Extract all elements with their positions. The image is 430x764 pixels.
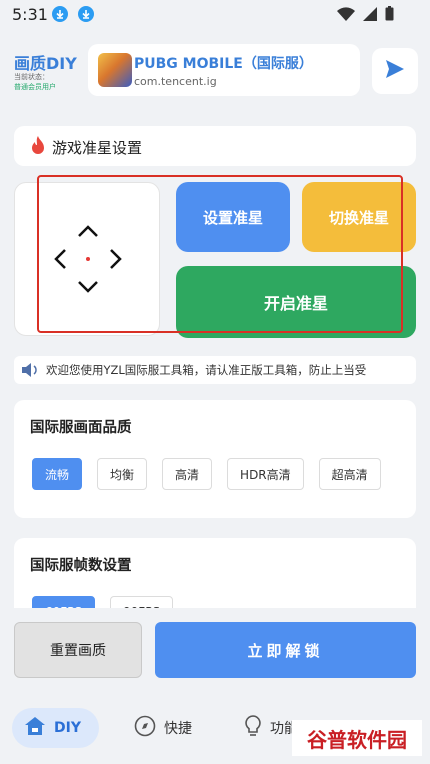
signal-icon (363, 6, 377, 25)
battery-icon (385, 6, 394, 25)
status-bar: 5:31 (0, 0, 430, 30)
app-header: 画质DIY 当前状态： 普通会员用户 PUBG MOBILE（国际服） com.… (0, 38, 430, 102)
state-label: 当前状态： (14, 73, 49, 81)
content-scroll[interactable]: 游戏准星设置 设置准星 切换准星 开启准星 欢迎您使用YZL国际服工具箱，请认准… (0, 112, 430, 608)
app-name: 画质DIY (14, 54, 77, 73)
game-title: PUBG MOBILE（国际服） (134, 56, 313, 72)
crosshair-title: 游戏准星设置 (52, 139, 143, 157)
quality-option-ultra[interactable]: 超高清 (318, 458, 381, 490)
fps-section: 国际服帧数设置 60FPS 90FPS (14, 538, 416, 608)
launch-game-button[interactable] (372, 48, 418, 94)
tab-diy[interactable]: DIY (12, 708, 99, 748)
wifi-icon (337, 6, 355, 25)
watermark: 谷普软件园 (292, 720, 422, 756)
quality-option-balanced[interactable]: 均衡 (97, 458, 148, 490)
fps-title: 国际服帧数设置 (30, 558, 132, 574)
quality-option-hdr[interactable]: HDR高清 (227, 458, 304, 490)
reset-quality-button[interactable]: 重置画质 (14, 622, 142, 678)
unlock-button[interactable]: 立即解锁 (155, 622, 416, 678)
quality-option-hd[interactable]: 高清 (162, 458, 213, 490)
tab-label: 快捷 (164, 721, 192, 737)
fps-option-60[interactable]: 60FPS (32, 596, 96, 608)
member-status: 普通会员用户 (14, 83, 56, 91)
tab-shortcut[interactable]: 快捷 (134, 708, 192, 748)
tab-label: DIY (54, 720, 81, 736)
status-time: 5:31 (12, 5, 48, 24)
fps-option-90[interactable]: 90FPS (110, 596, 174, 608)
game-card[interactable]: PUBG MOBILE（国际服） com.tencent.ig (88, 44, 360, 96)
home-icon (24, 716, 46, 740)
notice-banner: 欢迎您使用YZL国际服工具箱，请认准正版工具箱，防止上当受 (14, 356, 416, 384)
quality-option-smooth[interactable]: 流畅 (32, 458, 83, 490)
compass-icon (134, 715, 156, 741)
notice-text: 欢迎您使用YZL国际服工具箱，请认准正版工具箱，防止上当受 (46, 363, 367, 377)
download-icon (52, 6, 68, 22)
quality-title: 国际服画面品质 (30, 420, 132, 436)
crosshair-section-header: 游戏准星设置 (14, 126, 416, 166)
flame-icon (30, 136, 46, 160)
speaker-icon (20, 361, 40, 383)
quality-options: 流畅 均衡 高清 HDR高清 超高清 (32, 458, 381, 490)
fps-options: 60FPS 90FPS (32, 596, 174, 608)
download-icon (78, 6, 94, 22)
bulb-icon (244, 715, 262, 741)
game-package: com.tencent.ig (134, 75, 217, 88)
bottom-actions: 重置画质 立即解锁 (0, 620, 430, 680)
play-icon (384, 58, 406, 84)
game-icon (98, 53, 132, 87)
highlight-frame (37, 175, 403, 333)
tab-functions[interactable]: 功能 (244, 708, 298, 748)
quality-section: 国际服画面品质 流畅 均衡 高清 HDR高清 超高清 (14, 400, 416, 518)
